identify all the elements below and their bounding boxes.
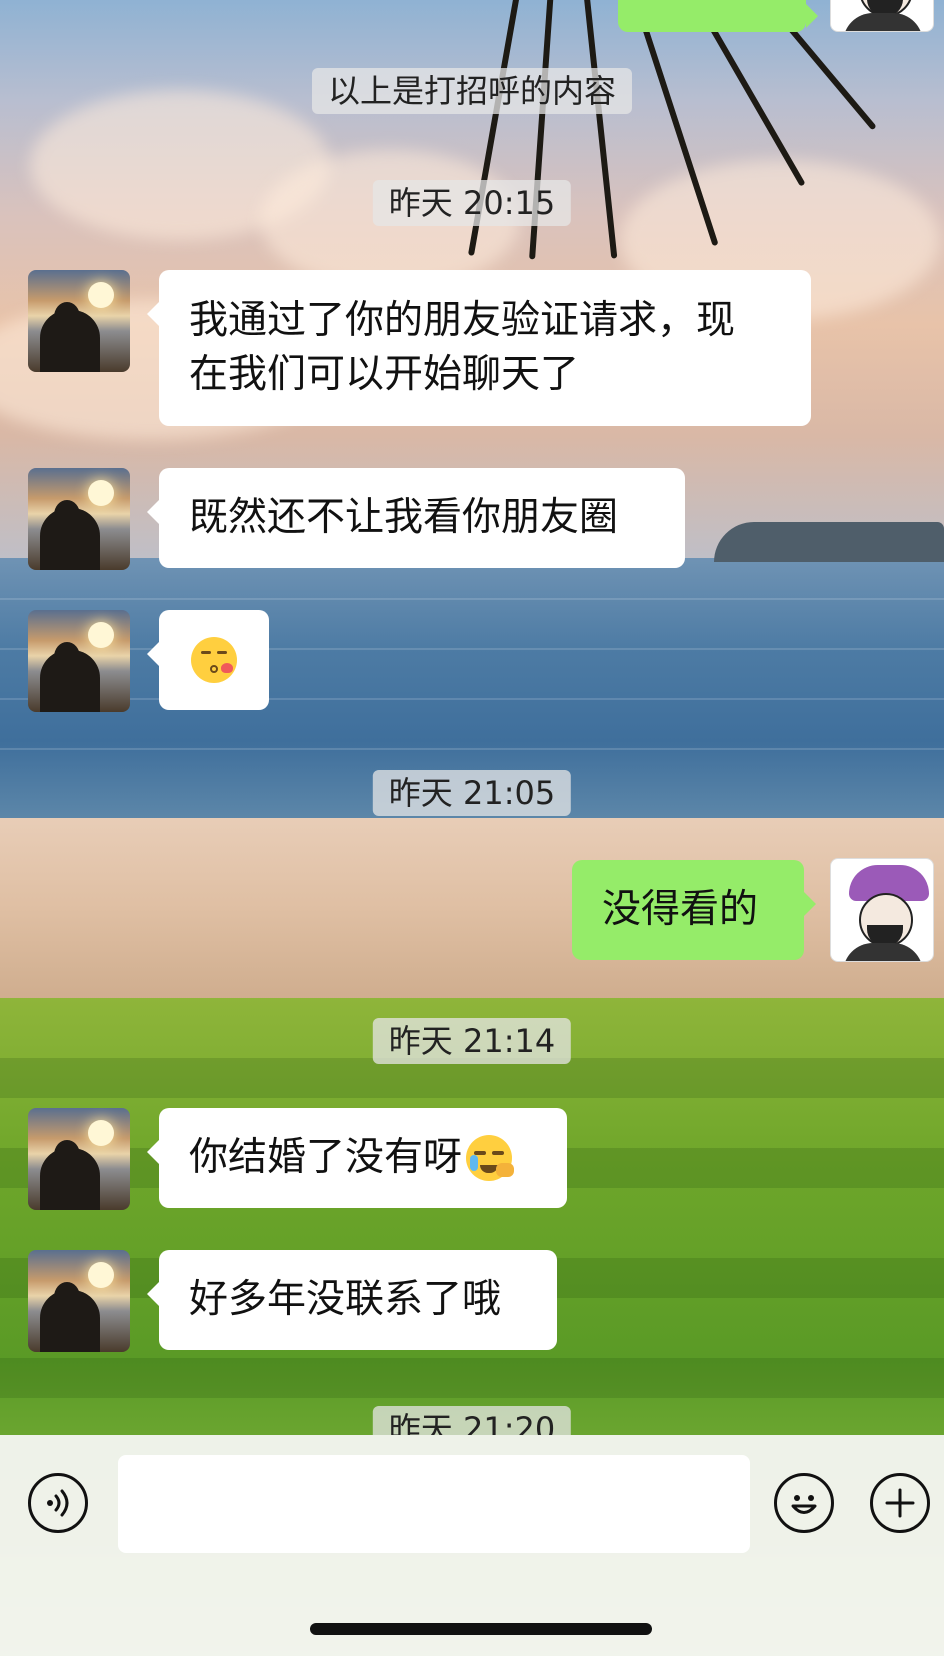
timestamp: 昨天 21:20	[372, 1406, 572, 1435]
message-list[interactable]: 以上是打招呼的内容 昨天 20:15 我通过了你的朋友验证请求，现 在我们可以开…	[0, 0, 944, 1435]
message-text: 好多年没联系了哦	[189, 1277, 502, 1322]
message-bubble-received[interactable]: 好多年没联系了哦	[147, 1250, 557, 1350]
timestamp: 昨天 21:05	[372, 770, 572, 816]
message-text: 既然还不让我看你朋友圈	[189, 495, 619, 540]
emoji-button[interactable]	[774, 1473, 834, 1533]
contact-avatar[interactable]	[28, 610, 130, 712]
message-text: 在我们可以开始聊天了	[189, 352, 580, 397]
system-notice: 以上是打招呼的内容	[311, 68, 633, 114]
timestamp: 昨天 21:14	[372, 1018, 572, 1064]
message-bubble-received[interactable]: 你结婚了没有呀	[147, 1108, 567, 1208]
timestamp: 昨天 20:15	[372, 180, 572, 226]
more-button[interactable]	[870, 1473, 930, 1533]
message-input[interactable]	[118, 1455, 750, 1553]
message-bubble-received[interactable]	[147, 610, 269, 710]
message-text: 没得看的	[602, 887, 759, 932]
message-bubble-sent-partial[interactable]	[618, 0, 818, 32]
input-bar	[0, 1435, 944, 1656]
voice-button[interactable]	[28, 1473, 88, 1533]
message-text: 我通过了你的朋友验证请求，现	[189, 298, 736, 343]
voice-icon	[47, 1489, 69, 1517]
message-bubble-sent[interactable]: 没得看的	[572, 860, 816, 960]
my-avatar[interactable]	[830, 0, 934, 32]
message-bubble-received[interactable]: 既然还不让我看你朋友圈	[147, 468, 685, 568]
smiley-icon	[791, 1495, 817, 1514]
contact-avatar[interactable]	[28, 270, 130, 372]
plus-icon	[885, 1488, 915, 1518]
message-text: 你结婚了没有呀	[189, 1135, 463, 1180]
face-holding-back-tears-emoji	[466, 1135, 515, 1181]
contact-avatar[interactable]	[28, 468, 130, 570]
kissing-face-emoji	[191, 637, 237, 683]
my-avatar[interactable]	[830, 858, 934, 962]
message-bubble-received[interactable]: 我通过了你的朋友验证请求，现 在我们可以开始聊天了	[147, 270, 811, 426]
home-indicator[interactable]	[310, 1623, 652, 1635]
contact-avatar[interactable]	[28, 1108, 130, 1210]
contact-avatar[interactable]	[28, 1250, 130, 1352]
